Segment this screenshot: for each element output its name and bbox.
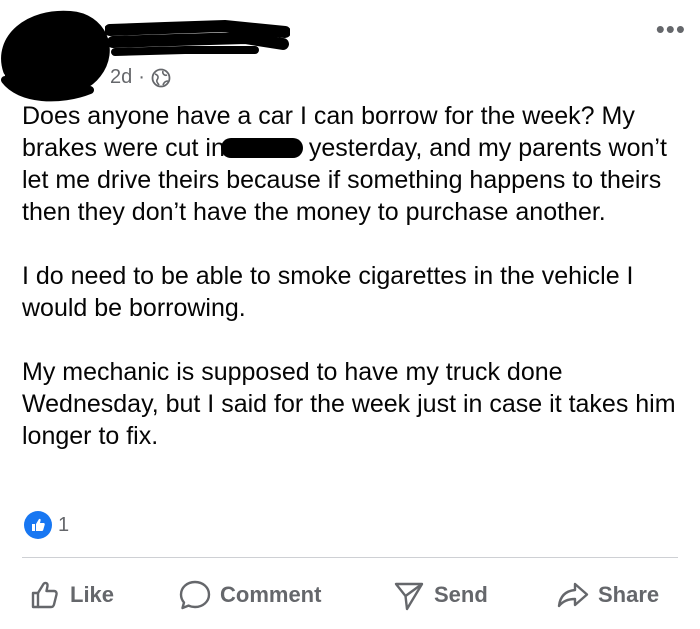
share-button[interactable]: Share: [556, 572, 659, 618]
post-paragraph: I do need to be able to smoke cigarettes…: [22, 262, 634, 322]
divider: [22, 557, 678, 558]
more-options-button[interactable]: •••: [656, 16, 686, 42]
redacted-location: [220, 138, 303, 158]
redacted-name: [105, 20, 290, 56]
globe-icon: [151, 68, 171, 87]
reaction-count: 1: [58, 513, 70, 536]
meta-separator: ·: [138, 66, 145, 88]
post-paragraph: Does anyone have a car I can borrow for …: [22, 102, 667, 226]
action-bar: Like Comment Send Share: [0, 572, 700, 620]
post-text: Does anyone have a car I can borrow for …: [22, 100, 687, 452]
comment-button[interactable]: Comment: [178, 572, 321, 618]
reaction-summary[interactable]: 1: [24, 511, 69, 539]
share-label: Share: [598, 582, 660, 607]
post-meta: 2d ·: [110, 66, 171, 89]
like-icon: [31, 581, 58, 609]
post-timestamp[interactable]: 2d: [110, 66, 132, 89]
like-button[interactable]: Like: [28, 572, 114, 618]
more-icon: •••: [655, 14, 686, 44]
comment-icon: [179, 580, 211, 610]
send-label: Send: [434, 582, 488, 607]
like-label: Like: [70, 582, 115, 607]
post-paragraph: My mechanic is supposed to have my truck…: [22, 358, 676, 450]
send-button[interactable]: Send: [392, 572, 488, 618]
redacted-avatar: [1, 10, 110, 102]
comment-label: Comment: [220, 582, 322, 607]
like-reaction-icon: [24, 511, 52, 539]
send-icon: [394, 582, 424, 611]
share-icon: [557, 582, 589, 608]
